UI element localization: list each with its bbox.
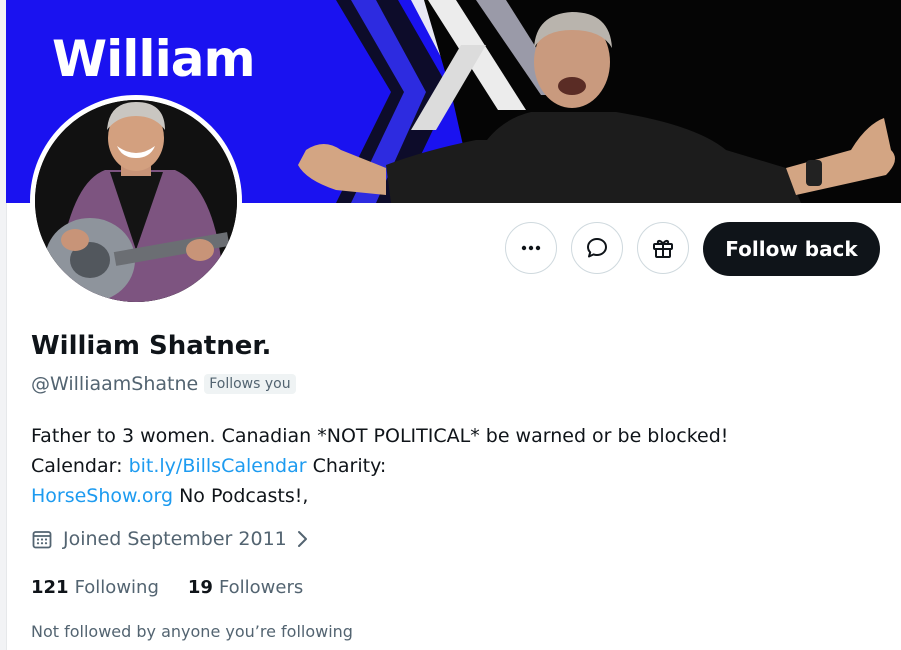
joined-text: Joined September 2011 [63,528,287,550]
user-handle: @WilliaamShatne [31,373,199,395]
mutuals-note: Not followed by anyone you’re following [31,622,353,641]
followers-count: 19 [187,577,213,598]
follow-back-button[interactable]: Follow back [703,222,880,276]
profile-page: William Follow back William Shatner. @Wi… [0,0,901,650]
banner-title: William [52,30,256,88]
display-name: William Shatner. [31,331,272,361]
avatar[interactable] [30,95,242,307]
handle-row: @WilliaamShatne Follows you [31,373,296,395]
following-stat[interactable]: 121 Following [31,577,159,598]
message-bubble-icon [587,238,607,258]
bio-line-1: Father to 3 women. Canadian *NOT POLITIC… [31,425,729,447]
follow-stats: 121 Following 19 Followers [31,577,303,598]
followers-stat[interactable]: 19 Followers [188,577,303,598]
bio-line-2: Calendar: bit.ly/BillsCalendar Charity: [31,451,881,481]
chevron-right-icon [295,529,309,549]
following-label: Following [74,577,159,598]
gift-button[interactable] [637,222,689,274]
bio-charity-label: Charity: [312,455,387,477]
calendar-icon [31,528,53,550]
joined-date[interactable]: Joined September 2011 [31,528,309,550]
message-button[interactable] [571,222,623,274]
more-button[interactable] [505,222,557,274]
following-count: 121 [31,577,69,598]
profile-bio: Father to 3 women. Canadian *NOT POLITIC… [31,421,881,511]
followers-label: Followers [218,577,304,598]
gift-icon [653,239,673,258]
bio-line-3: HorseShow.org No Podcasts!, [31,481,881,511]
charity-link[interactable]: HorseShow.org [31,485,173,507]
calendar-link[interactable]: bit.ly/BillsCalendar [129,455,307,477]
follows-you-badge: Follows you [204,374,296,394]
more-horizontal-icon [521,245,541,251]
avatar-image [35,100,237,302]
bio-calendar-prefix: Calendar: [31,455,123,477]
bio-tail: No Podcasts!, [179,485,309,507]
